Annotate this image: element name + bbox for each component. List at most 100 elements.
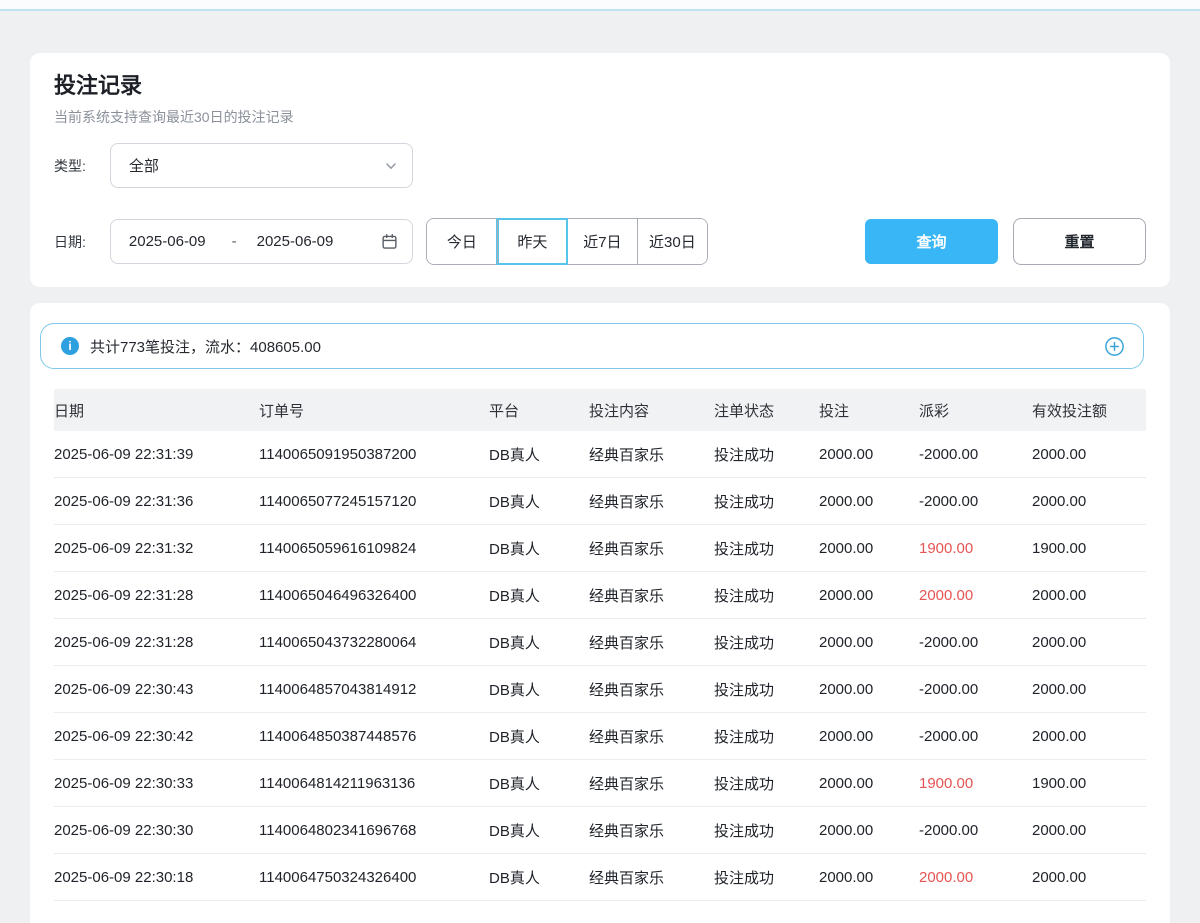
column-header: 平台 [489,400,589,421]
cell-content: 经典百家乐 [589,867,714,888]
cell-status: 投注成功 [714,632,819,653]
type-select-value: 全部 [129,155,159,176]
table-row: 2025-06-09 22:31:391140065091950387200DB… [54,431,1146,478]
cell-status: 投注成功 [714,538,819,559]
cell-bet: 2000.00 [819,540,919,557]
cell-content: 经典百家乐 [589,632,714,653]
quick-range-group: 今日昨天近7日近30日 [426,218,708,265]
bet-records-table: 日期订单号平台投注内容注单状态投注派彩有效投注额 2025-06-09 22:3… [54,389,1146,901]
type-select[interactable]: 全部 [110,143,413,188]
cell-valid: 2000.00 [1032,728,1146,745]
cell-bet: 2000.00 [819,822,919,839]
column-header: 注单状态 [714,400,819,421]
cell-payout: 1900.00 [919,775,1032,792]
query-button[interactable]: 查询 [865,219,998,264]
cell-order: 1140064802341696768 [259,822,489,839]
cell-valid: 1900.00 [1032,775,1146,792]
cell-status: 投注成功 [714,679,819,700]
cell-order: 1140064750324326400 [259,869,489,886]
cell-valid: 2000.00 [1032,822,1146,839]
calendar-icon[interactable] [381,233,398,250]
date-label: 日期: [54,232,86,252]
date-range-input[interactable]: 2025-06-09 - 2025-06-09 [110,219,413,264]
cell-status: 投注成功 [714,820,819,841]
date-end-value: 2025-06-09 [257,233,334,250]
cell-date: 2025-06-09 22:31:28 [54,634,259,651]
date-start-value: 2025-06-09 [129,233,206,250]
cell-order: 1140065046496326400 [259,587,489,604]
cell-platform: DB真人 [489,632,589,653]
cell-platform: DB真人 [489,773,589,794]
date-filter-row: 日期: 2025-06-09 - 2025-06-09 今日昨天近7日近30日 … [54,218,1146,265]
table-row: 2025-06-09 22:30:331140064814211963136DB… [54,760,1146,807]
cell-payout: -2000.00 [919,822,1032,839]
cell-date: 2025-06-09 22:31:36 [54,493,259,510]
cell-bet: 2000.00 [819,634,919,651]
cell-content: 经典百家乐 [589,491,714,512]
cell-date: 2025-06-09 22:30:18 [54,869,259,886]
info-icon: i [61,337,79,355]
quick-range-button[interactable]: 近30日 [637,219,707,264]
cell-status: 投注成功 [714,867,819,888]
cell-status: 投注成功 [714,491,819,512]
cell-status: 投注成功 [714,773,819,794]
cell-bet: 2000.00 [819,446,919,463]
cell-bet: 2000.00 [819,728,919,745]
table-row: 2025-06-09 22:31:361140065077245157120DB… [54,478,1146,525]
column-header: 有效投注额 [1032,400,1146,421]
cell-valid: 1900.00 [1032,540,1146,557]
cell-content: 经典百家乐 [589,820,714,841]
top-accent-strip [0,0,1200,11]
summary-bar: i 共计773笔投注，流水：408605.00 [40,323,1144,369]
table-row: 2025-06-09 22:31:321140065059616109824DB… [54,525,1146,572]
column-header: 投注内容 [589,400,714,421]
cell-payout: 2000.00 [919,587,1032,604]
cell-bet: 2000.00 [819,587,919,604]
quick-range-button[interactable]: 今日 [427,219,497,264]
cell-date: 2025-06-09 22:30:43 [54,681,259,698]
cell-status: 投注成功 [714,585,819,606]
cell-platform: DB真人 [489,726,589,747]
type-filter-row: 类型: 全部 [54,143,1146,188]
cell-date: 2025-06-09 22:30:30 [54,822,259,839]
cell-payout: -2000.00 [919,634,1032,651]
cell-payout: 1900.00 [919,540,1032,557]
table-row: 2025-06-09 22:31:281140065046496326400DB… [54,572,1146,619]
cell-valid: 2000.00 [1032,493,1146,510]
cell-content: 经典百家乐 [589,679,714,700]
chevron-down-icon [384,159,398,173]
cell-bet: 2000.00 [819,869,919,886]
cell-platform: DB真人 [489,444,589,465]
cell-content: 经典百家乐 [589,585,714,606]
cell-platform: DB真人 [489,867,589,888]
cell-order: 1140065077245157120 [259,493,489,510]
type-label: 类型: [54,156,86,176]
quick-range-button[interactable]: 昨天 [497,219,567,264]
column-header: 派彩 [919,400,1032,421]
cell-order: 1140064814211963136 [259,775,489,792]
table-row: 2025-06-09 22:30:181140064750324326400DB… [54,854,1146,901]
cell-date: 2025-06-09 22:31:32 [54,540,259,557]
quick-range-button[interactable]: 近7日 [567,219,637,264]
page-subtitle: 当前系统支持查询最近30日的投注记录 [54,108,1146,127]
table-row: 2025-06-09 22:30:431140064857043814912DB… [54,666,1146,713]
table-row: 2025-06-09 22:31:281140065043732280064DB… [54,619,1146,666]
cell-valid: 2000.00 [1032,446,1146,463]
results-card: i 共计773笔投注，流水：408605.00 日期订单号平台投注内容注单状态投… [30,303,1170,923]
plus-circle-icon[interactable] [1104,336,1125,357]
cell-payout: -2000.00 [919,681,1032,698]
cell-date: 2025-06-09 22:30:33 [54,775,259,792]
cell-order: 1140065091950387200 [259,446,489,463]
column-header: 投注 [819,400,919,421]
cell-valid: 2000.00 [1032,587,1146,604]
column-header: 日期 [54,400,259,421]
reset-button[interactable]: 重置 [1013,218,1146,265]
date-separator: - [232,233,237,250]
cell-payout: 2000.00 [919,869,1032,886]
cell-payout: -2000.00 [919,728,1032,745]
cell-order: 1140065059616109824 [259,540,489,557]
table-body: 2025-06-09 22:31:391140065091950387200DB… [54,431,1146,901]
cell-date: 2025-06-09 22:30:42 [54,728,259,745]
cell-valid: 2000.00 [1032,634,1146,651]
cell-payout: -2000.00 [919,493,1032,510]
